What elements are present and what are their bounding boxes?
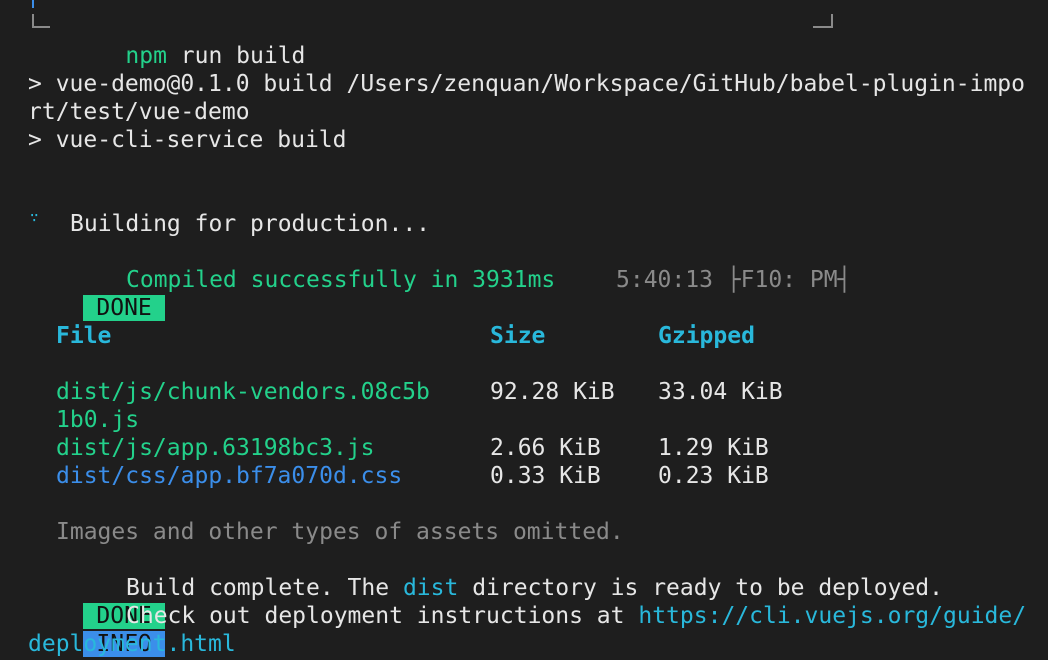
npm-output-line-2: rt/test/vue-demo <box>28 99 250 125</box>
file-gzipped: 1.29 KiB <box>658 435 769 461</box>
box-corner-right <box>813 14 833 28</box>
npm-output-line-1: > vue-demo@0.1.0 build /Users/zenquan/Wo… <box>28 71 1025 97</box>
header-size: Size <box>490 323 546 349</box>
deployment-link-wrap[interactable]: deployment.html <box>28 630 236 658</box>
spinner-icon: ∵ <box>30 210 39 226</box>
header-file: File <box>56 323 112 349</box>
npm-command-line: npm run build <box>70 14 305 69</box>
file-gzipped: 0.23 KiB <box>658 463 769 489</box>
build-complete-post: directory is ready to be deployed. <box>458 575 943 601</box>
npm-output-line-3: > vue-cli-service build <box>28 127 347 153</box>
building-status: Building for production... <box>70 211 431 237</box>
table-header: File Size Gzipped <box>56 322 816 350</box>
file-size: 0.33 KiB <box>490 463 601 489</box>
box-border-top <box>32 0 34 8</box>
deployment-link[interactable]: https://cli.vuejs.org/guide/ <box>638 603 1026 629</box>
table-row: dist/css/app.bf7a070d.css 0.33 KiB 0.23 … <box>56 462 816 490</box>
info-pre: Check out deployment instructions at <box>126 603 639 629</box>
assets-note: Images and other types of assets omitted… <box>56 519 624 545</box>
compile-message: Compiled successfully in 3931ms <box>126 267 556 293</box>
file-name-wrap: 1b0.js <box>56 407 140 433</box>
file-name: dist/js/chunk-vendors.08c5b <box>56 379 430 405</box>
compile-time: 5:40:13 ├F10: PM┤ <box>616 267 852 293</box>
info-message: Check out deployment instructions at htt… <box>126 602 1026 630</box>
table-row: dist/js/chunk-vendors.08c5b 92.28 KiB 33… <box>56 378 816 406</box>
header-gzipped: Gzipped <box>658 323 755 349</box>
dist-directory: dist <box>402 575 459 601</box>
npm-command-rest: run build <box>166 43 306 69</box>
terminal-window: npm run build > vue-demo@0.1.0 build /Us… <box>0 0 1048 660</box>
build-complete-pre: Build complete. The <box>126 575 403 601</box>
file-size: 92.28 KiB <box>490 379 615 405</box>
table-row: dist/js/app.63198bc3.js 2.66 KiB 1.29 Ki… <box>56 434 816 462</box>
npm-command-prefix: npm <box>125 43 167 69</box>
file-name: dist/css/app.bf7a070d.css <box>56 463 403 489</box>
file-gzipped: 33.04 KiB <box>658 379 783 405</box>
done-badge: DONE <box>83 295 165 321</box>
box-corner-left <box>32 14 50 28</box>
file-name: dist/js/app.63198bc3.js <box>56 435 375 461</box>
file-size: 2.66 KiB <box>490 435 601 461</box>
build-complete-message: Build complete. The dist directory is re… <box>126 574 943 602</box>
